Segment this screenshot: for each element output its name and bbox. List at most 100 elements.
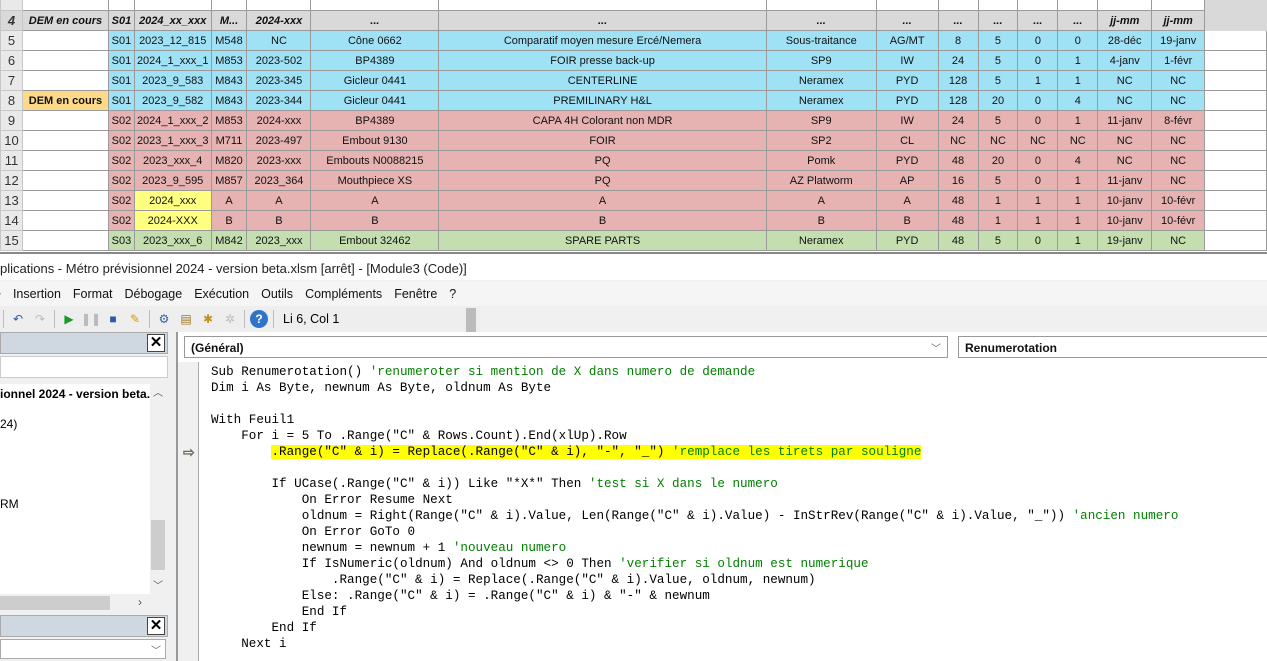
object-combo[interactable]: (Général) ﹀	[184, 336, 948, 358]
cell[interactable]	[1204, 130, 1267, 151]
cell[interactable]: 10-janv	[1097, 190, 1153, 211]
cell[interactable]: 1	[1057, 110, 1099, 131]
cell[interactable]: 5	[977, 30, 1019, 51]
cell[interactable]	[310, 0, 440, 11]
procedure-combo[interactable]: Renumerotation	[958, 336, 1267, 358]
cell[interactable]	[1204, 10, 1267, 31]
cell[interactable]: B	[310, 210, 440, 231]
cell[interactable]: 0	[1017, 30, 1059, 51]
cell[interactable]: B	[210, 210, 248, 231]
cell[interactable]: S02	[107, 210, 135, 231]
cell[interactable]: FOIR	[438, 130, 767, 151]
cell[interactable]: 2024_xxx	[133, 190, 212, 211]
cell[interactable]: M843	[210, 90, 248, 111]
header-cell[interactable]: 2024_xx_xxx	[133, 10, 212, 31]
row-header[interactable]: 10	[0, 130, 23, 151]
cell[interactable]: PQ	[438, 150, 767, 171]
design-mode-icon[interactable]: ✎	[126, 310, 144, 328]
cell[interactable]: NC	[937, 130, 979, 151]
scroll-up-icon[interactable]: ︿	[153, 384, 163, 399]
row-header[interactable]: 8	[0, 90, 23, 111]
header-cell[interactable]: 2024-xxx	[246, 10, 312, 31]
cell[interactable]: 1	[1057, 210, 1099, 231]
cell[interactable]: A	[438, 190, 767, 211]
status-cell[interactable]	[21, 210, 109, 231]
help-icon[interactable]: ?	[250, 310, 268, 328]
cell[interactable]: 8-févr	[1151, 110, 1206, 131]
cell[interactable]	[1204, 150, 1267, 171]
cell[interactable]	[133, 0, 212, 11]
cell[interactable]: 20	[977, 90, 1019, 111]
cell[interactable]: B	[438, 210, 767, 231]
status-cell[interactable]: DEM en cours	[21, 10, 109, 31]
cell[interactable]: 2023_12_815	[133, 30, 212, 51]
cell[interactable]: 5	[977, 170, 1019, 191]
cell[interactable]: A	[246, 190, 312, 211]
menu-item[interactable]: Débogage	[125, 287, 183, 306]
cell[interactable]	[21, 0, 109, 11]
cell[interactable]: Neramex	[765, 90, 877, 111]
status-cell[interactable]	[21, 150, 109, 171]
menu-item[interactable]: Outils	[261, 287, 293, 306]
cell[interactable]: 128	[937, 70, 979, 91]
redo-icon[interactable]: ↷	[31, 310, 49, 328]
cell[interactable]: B	[765, 210, 877, 231]
cell[interactable]	[765, 0, 877, 11]
cell[interactable]: Embout 32462	[310, 230, 440, 251]
menu-item[interactable]: Exécution	[194, 287, 249, 306]
header-cell[interactable]: ...	[765, 10, 877, 31]
cell[interactable]: 1	[1017, 190, 1059, 211]
cell[interactable]: NC	[1151, 230, 1206, 251]
cell[interactable]: NC	[1151, 90, 1206, 111]
cell[interactable]: PYD	[875, 230, 939, 251]
cell[interactable]: Mouthpiece XS	[310, 170, 440, 191]
cell[interactable]: 48	[937, 210, 979, 231]
cell[interactable]: 0	[1017, 110, 1059, 131]
cell[interactable]: NC	[246, 30, 312, 51]
header-cell[interactable]: ...	[1017, 10, 1059, 31]
cell[interactable]: S01	[107, 50, 135, 71]
cell[interactable]: 19-janv	[1097, 230, 1153, 251]
header-cell[interactable]: S01	[107, 10, 135, 31]
cell[interactable]: Gicleur 0441	[310, 90, 440, 111]
cell[interactable]	[1204, 210, 1267, 231]
cell[interactable]	[210, 0, 248, 11]
status-cell[interactable]	[21, 70, 109, 91]
tree-item[interactable]: RM	[0, 497, 19, 511]
close-icon[interactable]: ✕	[147, 334, 165, 352]
cell[interactable]: Gicleur 0441	[310, 70, 440, 91]
cell[interactable]	[438, 0, 767, 11]
row-header[interactable]: 7	[0, 70, 23, 91]
cell[interactable]: M843	[210, 70, 248, 91]
tree-item[interactable]: 24)	[0, 417, 17, 431]
cell[interactable]	[107, 0, 135, 11]
cell[interactable]: 2023-497	[246, 130, 312, 151]
scroll-right-icon[interactable]: ›	[138, 595, 142, 609]
cell[interactable]: 1-févr	[1151, 50, 1206, 71]
cell[interactable]	[1017, 0, 1059, 11]
cell[interactable]: 1	[1057, 50, 1099, 71]
cell[interactable]	[1204, 90, 1267, 111]
cell[interactable]: 1	[1057, 230, 1099, 251]
cell[interactable]	[1204, 190, 1267, 211]
row-header[interactable]: 4	[0, 10, 23, 31]
cell[interactable]	[1057, 0, 1099, 11]
cell[interactable]: S02	[107, 110, 135, 131]
status-cell[interactable]	[21, 190, 109, 211]
cell[interactable]	[1204, 50, 1267, 71]
cell[interactable]: 5	[977, 230, 1019, 251]
cell[interactable]: 2023_xxx	[246, 230, 312, 251]
cell[interactable]: 0	[1057, 30, 1099, 51]
cell[interactable]: 2023_9_595	[133, 170, 212, 191]
cell[interactable]: S01	[107, 30, 135, 51]
status-cell[interactable]	[21, 50, 109, 71]
cell[interactable]: M842	[210, 230, 248, 251]
cell[interactable]: NC	[1057, 130, 1099, 151]
cell[interactable]: 2023-502	[246, 50, 312, 71]
row-header[interactable]: 13	[0, 190, 23, 211]
cell[interactable]: 24	[937, 110, 979, 131]
cell[interactable]: NC	[1151, 170, 1206, 191]
cell[interactable]	[1097, 0, 1153, 11]
cell[interactable]: 2023_xxx_4	[133, 150, 212, 171]
cell[interactable]: NC	[1151, 150, 1206, 171]
